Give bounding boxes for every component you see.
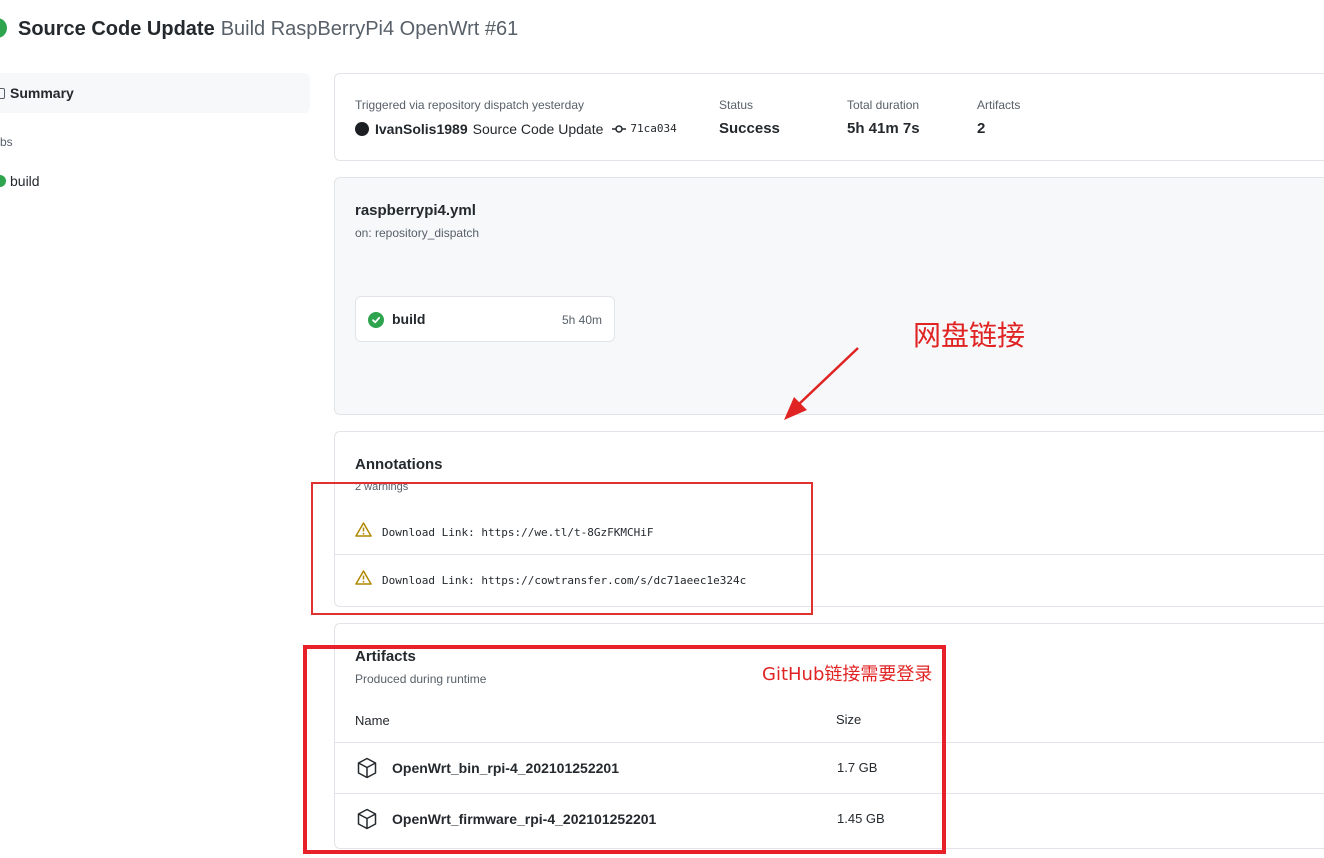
page-title: Source Code Update Build RaspBerryPi4 Ope… [18, 16, 518, 42]
commit-message-link[interactable]: Source Code Update [473, 120, 604, 138]
actor-link[interactable]: IvanSolis1989 [375, 120, 468, 138]
run-title: Source Code Update [18, 18, 215, 40]
annotations-highlight-box [311, 482, 813, 615]
avatar [355, 122, 369, 136]
sidebar-item-build[interactable]: build [10, 172, 40, 190]
run-summary-card: Triggered via repository dispatch yester… [334, 73, 1324, 161]
job-node-duration: 5h 40m [561, 313, 602, 327]
home-icon [0, 88, 5, 99]
sidebar-item-summary-label: Summary [10, 85, 74, 101]
trigger-details: IvanSolis1989 Source Code Update 71ca034 [355, 120, 677, 138]
duration-value: 5h 41m 7s [847, 120, 920, 137]
sidebar-jobs-heading: bs [0, 135, 13, 149]
annotations-title: Annotations [355, 456, 443, 473]
commit-sha-link[interactable]: 71ca034 [630, 120, 676, 138]
netdisk-link-callout: 网盘链接 [913, 319, 1026, 352]
artifacts-count-value: 2 [977, 120, 986, 137]
status-label: Status [719, 98, 754, 112]
run-status-icon [0, 18, 7, 38]
git-commit-icon [612, 124, 627, 134]
status-value: Success [719, 120, 780, 137]
duration-label: Total duration [847, 98, 920, 112]
github-login-callout: GitHub链接需要登录 [762, 664, 933, 685]
job-success-icon [0, 175, 6, 187]
callout-arrow-icon [784, 347, 859, 420]
workflow-trigger: on: repository_dispatch [355, 226, 480, 240]
workflow-file-name[interactable]: raspberrypi4.yml [355, 201, 476, 221]
workflow-run-subtitle: Build RaspBerryPi4 OpenWrt #61 [220, 18, 519, 40]
job-node-build[interactable]: build 5h 40m [355, 296, 615, 342]
check-circle-icon [368, 312, 384, 328]
artifacts-count-label: Artifacts [977, 98, 1021, 112]
trigger-text: Triggered via repository dispatch yester… [355, 98, 584, 112]
job-node-name: build [392, 311, 426, 327]
